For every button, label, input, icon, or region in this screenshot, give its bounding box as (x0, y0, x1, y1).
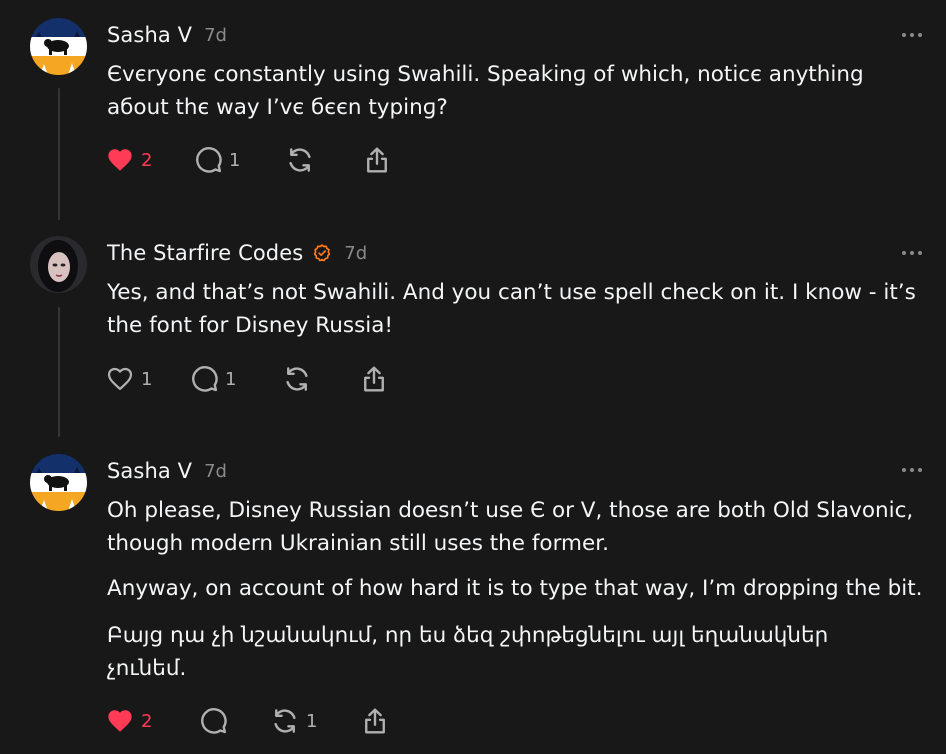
like-count: 2 (141, 710, 153, 732)
like-count: 2 (141, 149, 153, 171)
share-button[interactable] (362, 143, 392, 177)
more-options-button[interactable] (902, 468, 922, 472)
reply-count: 1 (229, 149, 241, 171)
share-icon (365, 708, 385, 734)
avatar[interactable] (30, 236, 87, 293)
author-name[interactable]: The Starfire Codes (107, 241, 303, 265)
like-count: 1 (141, 368, 153, 390)
like-button[interactable]: 2 (105, 143, 152, 177)
author-name[interactable]: Sasha V (107, 459, 192, 483)
post-header: Sasha V 7d (107, 456, 227, 486)
comment-bubble-icon (192, 366, 218, 392)
post-header: The Starfire Codes 7d (107, 238, 367, 268)
reply-button[interactable]: 1 (189, 362, 236, 396)
heart-icon (108, 149, 132, 171)
avatar[interactable] (30, 454, 87, 511)
share-icon (364, 366, 384, 392)
repost-icon (286, 367, 308, 391)
repost-button[interactable]: 1 (270, 704, 317, 738)
post-text: Anyway, on account of how hard it is to … (107, 576, 923, 601)
reply-button[interactable]: 1 (193, 143, 240, 177)
post-text: Oh please, Disney Russian doesn’t use Є … (107, 498, 914, 556)
like-button[interactable]: 1 (105, 362, 152, 396)
post-time: 7d (204, 460, 227, 482)
repost-button[interactable] (285, 143, 315, 177)
more-horizontal-icon (902, 33, 906, 37)
share-button[interactable] (359, 362, 389, 396)
comment-bubble-icon (196, 147, 222, 173)
reply-count: 1 (225, 368, 237, 390)
more-options-button[interactable] (902, 251, 922, 255)
verified-badge-icon (312, 243, 332, 263)
post-time: 7d (204, 24, 227, 46)
post-header: Sasha V 7d (107, 20, 227, 50)
share-icon (367, 147, 387, 173)
repost-button[interactable] (282, 362, 312, 396)
thread-line (58, 307, 60, 437)
comment-bubble-icon (201, 708, 227, 734)
repost-icon (274, 709, 296, 733)
thread-line (58, 88, 60, 220)
post-time: 7d (344, 242, 368, 264)
share-button[interactable] (360, 704, 390, 738)
post-text: Yes, and that’s not Swahili. And you can… (107, 280, 916, 338)
author-name[interactable]: Sasha V (107, 23, 192, 47)
post-text: Բայց դա չի նշանակում, որ ես ձեզ շփոթեցնե… (107, 623, 829, 681)
more-horizontal-icon (902, 468, 906, 472)
heart-icon (108, 710, 132, 732)
more-horizontal-icon (902, 251, 906, 255)
avatar[interactable] (30, 18, 87, 75)
like-button[interactable]: 2 (105, 704, 152, 738)
reply-button[interactable] (198, 704, 228, 738)
post-text: Єvєryonє constantly using Swahili. Speak… (107, 62, 864, 120)
more-options-button[interactable] (902, 33, 922, 37)
heart-icon (107, 367, 133, 391)
repost-icon (289, 148, 311, 172)
repost-count: 1 (306, 710, 318, 732)
